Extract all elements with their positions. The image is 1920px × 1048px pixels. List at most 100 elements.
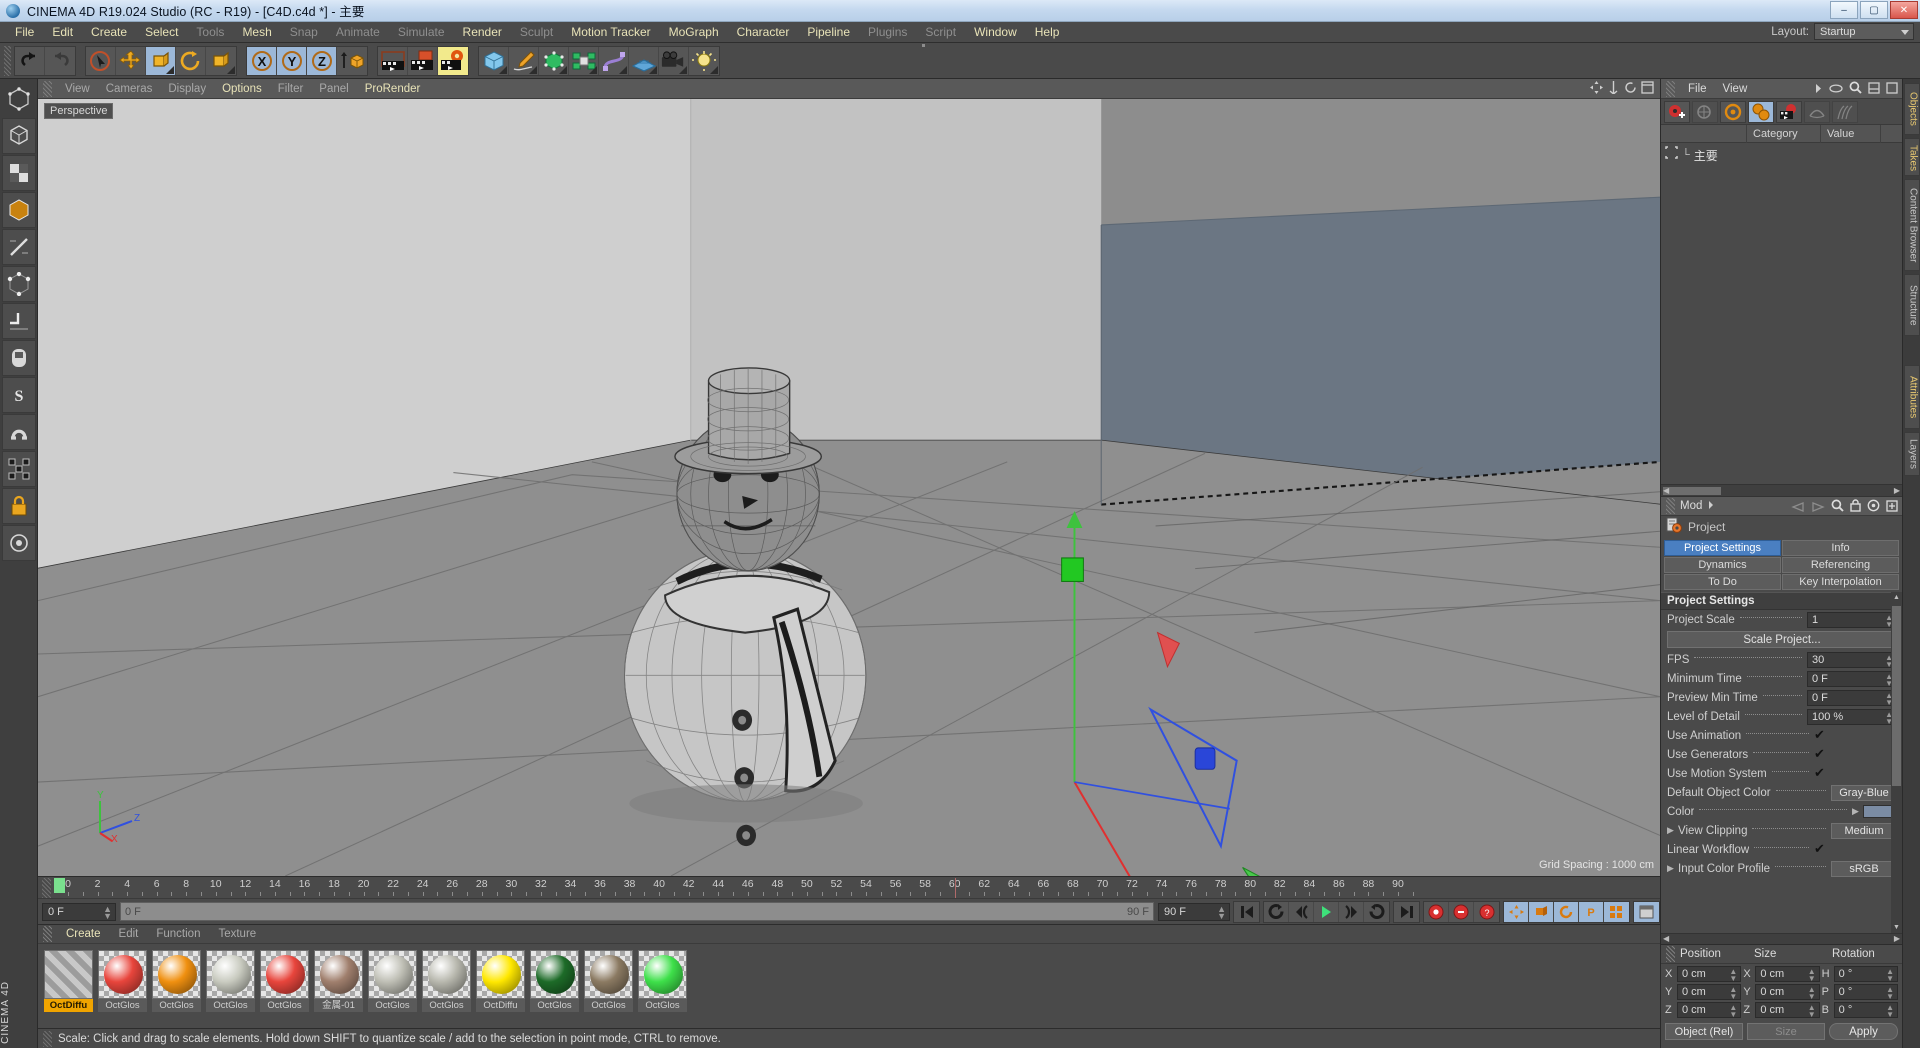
- menu-sculpt[interactable]: Sculpt: [511, 22, 562, 43]
- workplane-icon[interactable]: [1, 303, 36, 339]
- next-frame-icon[interactable]: [1339, 901, 1364, 922]
- timeline-current-frame-marker[interactable]: [54, 878, 65, 893]
- panel-split-icon[interactable]: [1868, 81, 1880, 99]
- scale-icon[interactable]: [146, 46, 176, 75]
- search-icon[interactable]: [1849, 81, 1862, 99]
- material-item[interactable]: OctGlos: [584, 950, 633, 1012]
- previous-frame-icon[interactable]: [1289, 901, 1314, 922]
- menu-pipeline[interactable]: Pipeline: [798, 22, 859, 43]
- render-settings-icon[interactable]: [438, 46, 468, 75]
- coord-size-select[interactable]: Size: [1747, 1023, 1825, 1040]
- spinner-icon[interactable]: ▲ ▼: [1808, 1004, 1816, 1019]
- viewport-menu-view[interactable]: View: [57, 83, 98, 95]
- spinner-icon[interactable]: ▲ ▼: [1886, 986, 1894, 1001]
- material-item[interactable]: OctDiffu: [476, 950, 525, 1012]
- material-item[interactable]: OctGlos: [98, 950, 147, 1012]
- vtab-takes[interactable]: Takes: [1903, 138, 1920, 176]
- menu-mograph[interactable]: MoGraph: [660, 22, 728, 43]
- object-manager-menu-view[interactable]: View: [1715, 83, 1756, 95]
- material-item[interactable]: 金属-01: [314, 950, 363, 1012]
- spinner-icon[interactable]: ▲ ▼: [1886, 968, 1894, 983]
- scroll-right-arrow-icon[interactable]: ▶: [1894, 934, 1900, 943]
- column-category[interactable]: Category: [1747, 124, 1821, 143]
- material-item[interactable]: OctGlos: [152, 950, 201, 1012]
- autokey-icon[interactable]: [1449, 901, 1474, 922]
- menu-mesh[interactable]: Mesh: [233, 22, 280, 43]
- axis-x-icon[interactable]: X: [247, 46, 277, 75]
- layout-select[interactable]: Startup: [1814, 23, 1914, 40]
- vtab-objects[interactable]: Objects: [1903, 83, 1920, 135]
- viewport-menu-prorender[interactable]: ProRender: [357, 83, 429, 95]
- attribute-hscrollbar[interactable]: ◀ ▶: [1661, 933, 1902, 944]
- material-name[interactable]: 金属-01: [314, 999, 363, 1012]
- spinner-icon[interactable]: ▲ ▼: [1808, 968, 1816, 983]
- quantize-icon[interactable]: [1, 451, 36, 487]
- material-name[interactable]: OctDiffu: [476, 999, 525, 1012]
- play-reverse-loop-icon[interactable]: [1264, 901, 1289, 922]
- go-to-end-loop-icon[interactable]: [1364, 902, 1389, 922]
- key-rotation-icon[interactable]: [1554, 901, 1579, 922]
- material-name[interactable]: OctGlos: [260, 999, 309, 1012]
- menu-edit[interactable]: Edit: [43, 22, 82, 43]
- maximize-view-icon[interactable]: [1641, 81, 1654, 99]
- minimize-button[interactable]: –: [1830, 1, 1858, 19]
- dynamics-tag-icon[interactable]: [1804, 100, 1830, 123]
- vtab-structure[interactable]: Structure: [1903, 274, 1920, 336]
- viewport-menu-filter[interactable]: Filter: [270, 83, 312, 95]
- material-item[interactable]: OctGlos: [422, 950, 471, 1012]
- rotate-icon[interactable]: [176, 46, 206, 75]
- material-name[interactable]: OctGlos: [206, 999, 255, 1012]
- viewport-menu-cameras[interactable]: Cameras: [98, 83, 161, 95]
- material-item[interactable]: OctGlos: [260, 950, 309, 1012]
- tab-dynamics[interactable]: Dynamics: [1664, 557, 1781, 573]
- close-button[interactable]: ✕: [1890, 1, 1918, 19]
- scroll-right-arrow-icon[interactable]: ▶: [1894, 486, 1900, 495]
- record-keyframe-icon[interactable]: [1424, 901, 1449, 922]
- target-icon[interactable]: [1867, 499, 1880, 517]
- camera-icon[interactable]: [659, 46, 689, 75]
- tab-referencing[interactable]: Referencing: [1782, 557, 1899, 573]
- viewport-menu-options[interactable]: Options: [214, 83, 270, 95]
- spinner-icon[interactable]: ▲ ▼: [1729, 968, 1737, 983]
- tab-project-settings[interactable]: Project Settings: [1664, 540, 1781, 556]
- timeline-grip[interactable]: [42, 878, 51, 898]
- go-to-end-icon[interactable]: [1394, 902, 1419, 922]
- panel-single-icon[interactable]: [1886, 81, 1898, 99]
- rotation-field[interactable]: 0 ° ▲ ▼: [1833, 1002, 1898, 1019]
- position-field[interactable]: 0 cm ▲ ▼: [1677, 984, 1742, 1001]
- viewport-solo-icon[interactable]: [1, 340, 36, 376]
- move-camera-icon[interactable]: [1590, 81, 1603, 99]
- rotate-camera-icon[interactable]: [1624, 81, 1637, 99]
- menu-file[interactable]: File: [6, 22, 43, 43]
- expand-arrow-icon[interactable]: ▶: [1667, 825, 1675, 836]
- scroll-left-arrow-icon[interactable]: ◀: [1663, 934, 1669, 943]
- material-name[interactable]: OctDiffu: [44, 999, 93, 1012]
- material-preview[interactable]: [314, 950, 363, 999]
- material-manager-grip[interactable]: [43, 926, 52, 942]
- lock-axis-icon[interactable]: [1, 488, 36, 524]
- nav-right-icon[interactable]: [1811, 499, 1825, 517]
- material-preview[interactable]: [422, 950, 471, 999]
- undo-icon[interactable]: [15, 46, 45, 75]
- spinner-icon[interactable]: ▲ ▼: [103, 904, 112, 920]
- scroll-up-arrow-icon[interactable]: ▲: [1893, 594, 1900, 601]
- key-param-icon[interactable]: P: [1579, 901, 1604, 922]
- property-field[interactable]: 1 ▲ ▼: [1807, 611, 1897, 628]
- make-editable-icon[interactable]: [2, 81, 36, 117]
- material-name[interactable]: OctGlos: [422, 999, 471, 1012]
- timeline-range-slider[interactable]: 0 F 90 F: [120, 902, 1154, 921]
- material-preview[interactable]: [152, 950, 201, 999]
- attribute-mode-label[interactable]: Mod: [1680, 500, 1702, 512]
- property-checkbox[interactable]: ✔: [1814, 766, 1827, 780]
- size-field[interactable]: 0 cm ▲ ▼: [1755, 984, 1820, 1001]
- spinner-icon[interactable]: ▲ ▼: [1729, 1004, 1737, 1019]
- point-mode-icon[interactable]: [1, 266, 36, 302]
- vtab-content-browser[interactable]: Content Browser: [1903, 179, 1920, 271]
- material-name[interactable]: OctGlos: [584, 999, 633, 1012]
- attribute-manager-grip[interactable]: [1666, 498, 1675, 514]
- world-object-axis-icon[interactable]: [337, 47, 367, 75]
- visibility-icon[interactable]: [1829, 81, 1843, 99]
- menu-create[interactable]: Create: [82, 22, 136, 43]
- snap-magnet-icon[interactable]: [1, 414, 36, 450]
- rotation-field[interactable]: 0 ° ▲ ▼: [1833, 966, 1898, 983]
